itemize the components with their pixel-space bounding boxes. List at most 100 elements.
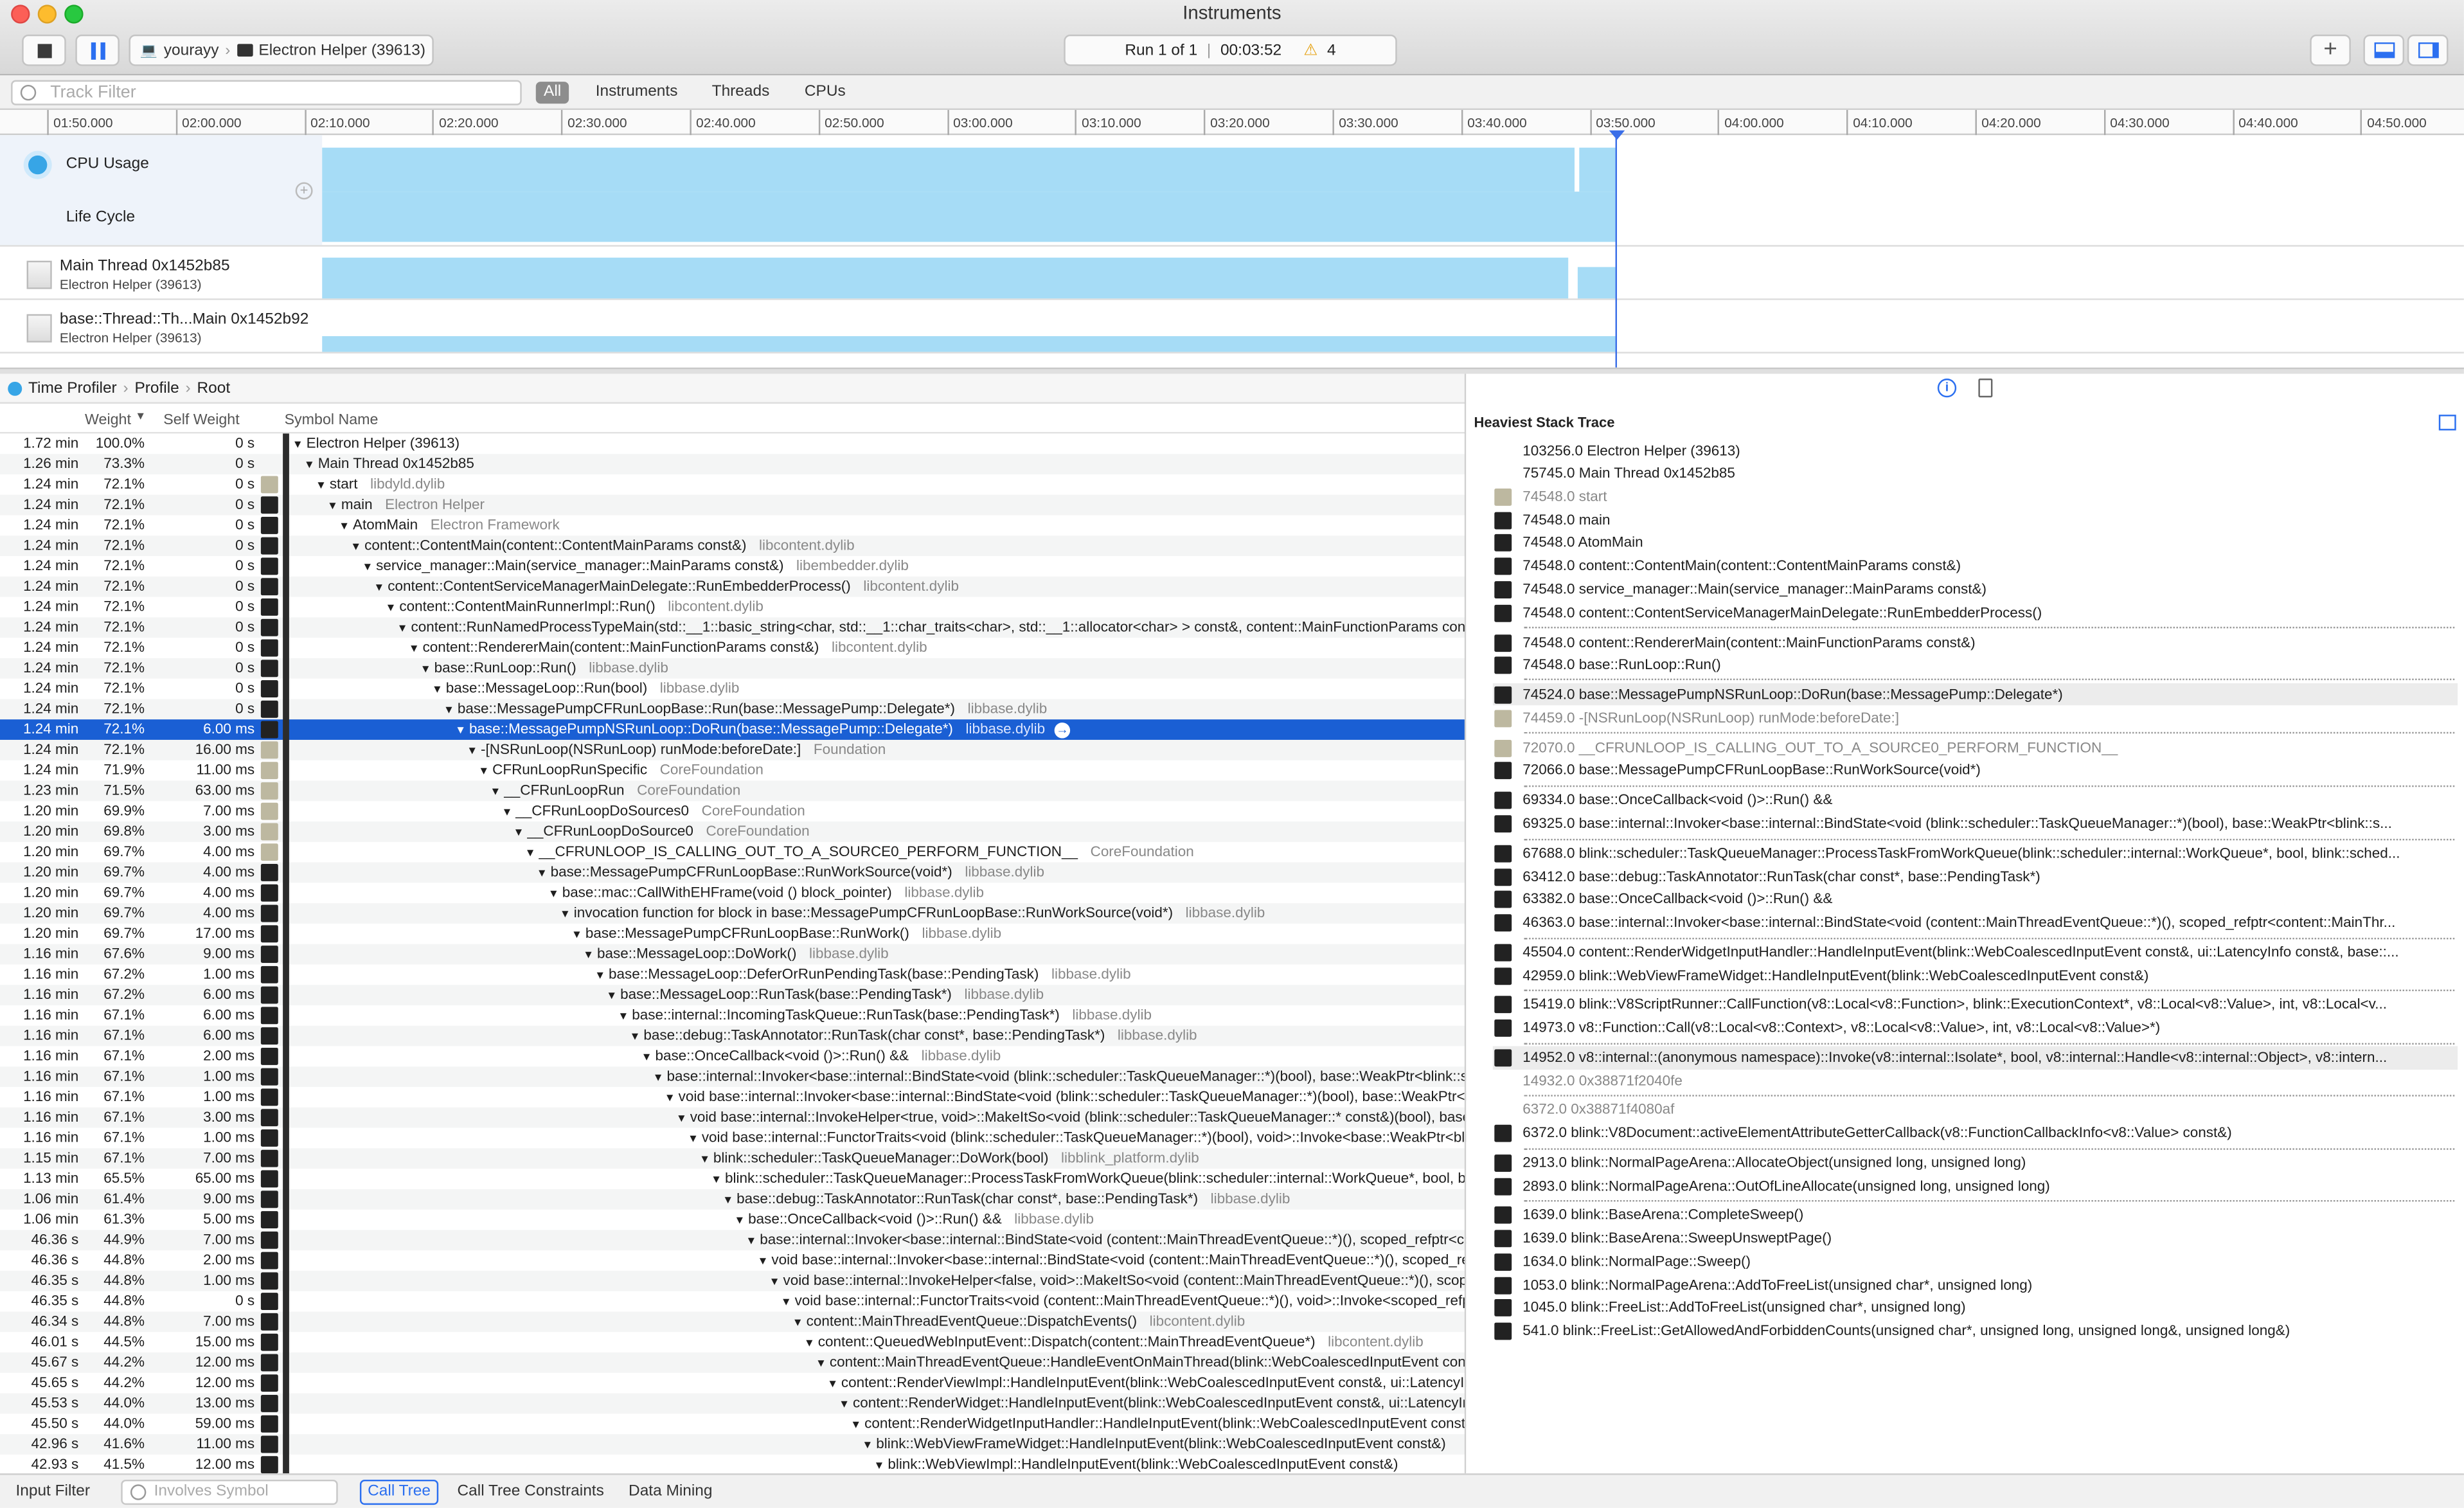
call-tree-row[interactable]: 1.24 min 71.9% 11.00 ms ▼ CFRunLoopRunSpecif…	[0, 760, 1466, 781]
disclosure-triangle-icon[interactable]: ▼	[792, 1318, 803, 1329]
disclosure-triangle-icon[interactable]: ▼	[339, 521, 350, 532]
disclosure-triangle-icon[interactable]: ▼	[676, 1114, 687, 1125]
disclosure-triangle-icon[interactable]: ▼	[873, 1461, 884, 1472]
stack-frame[interactable]: 15419.0 blink::V8ScriptRunner::CallFunct…	[1493, 992, 2458, 1015]
tab-call-tree-constraints[interactable]: Call Tree Constraints	[458, 1483, 604, 1500]
call-tree-row[interactable]: 1.24 min 72.1% 6.00 ms ▼ base::MessagePumpNS…	[0, 719, 1467, 740]
disclosure-triangle-icon[interactable]: ▼	[373, 583, 384, 594]
input-filter-label[interactable]: Input Filter	[15, 1483, 90, 1500]
disclosure-triangle-icon[interactable]: ▼	[525, 848, 536, 859]
tab-data-mining[interactable]: Data Mining	[629, 1483, 712, 1500]
disclosure-triangle-icon[interactable]: ▼	[827, 1379, 838, 1390]
disclosure-triangle-icon[interactable]: ▼	[409, 644, 420, 655]
call-tree-row[interactable]: 1.24 min 72.1% 0 s ▼ content::ContentMainRun…	[0, 597, 1466, 618]
stack-frame[interactable]: 75745.0 Main Thread 0x1452b85	[1493, 462, 2458, 484]
scope-threads[interactable]: Threads	[704, 82, 777, 103]
disclosure-triangle-icon[interactable]: ▼	[467, 746, 478, 757]
disclosure-triangle-icon[interactable]: ▼	[862, 1441, 873, 1451]
column-symbol-name[interactable]: Symbol Name	[285, 411, 379, 429]
pane-divider[interactable]	[0, 367, 2464, 374]
disclosure-triangle-icon[interactable]: ▼	[665, 1093, 675, 1104]
add-instrument-button[interactable]: +	[2310, 34, 2351, 66]
call-tree-row[interactable]: 1.24 min 72.1% 0 s ▼ service_manager::Main(s…	[0, 556, 1466, 577]
call-tree-row[interactable]: 45.67 s 44.2% 12.00 ms ▼ content::MainThread…	[0, 1352, 1467, 1373]
stack-frame[interactable]: 1634.0 blink::NormalPage::Sweep()	[1493, 1250, 2458, 1272]
call-tree-row[interactable]: 1.13 min 65.5% 65.00 ms ▼ blink::scheduler::…	[0, 1169, 1466, 1189]
stack-frame[interactable]: 63412.0 base::debug::TaskAnnotator::RunT…	[1493, 865, 2458, 887]
document-icon[interactable]	[1978, 378, 1993, 398]
stack-frame[interactable]: 103256.0 Electron Helper (39613)	[1493, 439, 2458, 462]
toggle-inspector-button[interactable]	[2407, 34, 2449, 66]
call-tree-row[interactable]: 1.23 min 71.5% 63.00 ms ▼ __CFRunLoopRun Core…	[0, 780, 1467, 802]
call-tree-row[interactable]: 45.65 s 44.2% 12.00 ms ▼ content::RenderView…	[0, 1373, 1466, 1394]
call-tree-row[interactable]: 1.72 min 100.0% 0 s ▼ Electron Helper (39613…	[0, 433, 1466, 454]
call-tree-row[interactable]: 1.16 min 67.6% 9.00 ms ▼ base::MessageLoop::…	[0, 944, 1467, 965]
timeline-ruler[interactable]: 01:50.000 02:00.000 02:10.000 02:20.000 02:3…	[0, 110, 2464, 136]
track-label-cpu-usage[interactable]: CPU Usage	[66, 156, 149, 173]
call-tree-row[interactable]: 46.34 s 44.8% 7.00 ms ▼ content::MainThreadE…	[0, 1311, 1467, 1333]
call-tree-row[interactable]: 1.20 min 69.7% 4.00 ms ▼ base::mac::CallWith…	[0, 883, 1466, 903]
call-tree-row[interactable]: 45.53 s 44.0% 13.00 ms ▼ content::RenderWidg…	[0, 1393, 1467, 1414]
call-tree-row[interactable]: 1.24 min 72.1% 0 s ▼ base::MessagePumpCFRunL…	[0, 699, 1467, 720]
stack-frame[interactable]: 74548.0 AtomMain	[1493, 531, 2458, 553]
disclosure-triangle-icon[interactable]: ▼	[350, 542, 361, 553]
call-tree-row[interactable]: 1.24 min 72.1% 0 s ▼ content::RendererMain(c…	[0, 638, 1466, 658]
disclosure-triangle-icon[interactable]: ▼	[711, 1175, 722, 1186]
call-tree-row[interactable]: 1.16 min 67.1% 1.00 ms ▼ base::internal::Inv…	[0, 1066, 1467, 1088]
call-tree-row[interactable]: 1.20 min 69.9% 7.00 ms ▼ __CFRunLoopDoSource…	[0, 801, 1466, 821]
call-tree-row[interactable]: 1.26 min 73.3% 0 s ▼ Main Thread 0x1452b85	[0, 454, 1467, 474]
disclosure-triangle-icon[interactable]: ▼	[804, 1338, 815, 1349]
call-tree-row[interactable]: 1.16 min 67.2% 1.00 ms ▼ base::MessageLoop::…	[0, 964, 1466, 985]
disclosure-triangle-icon[interactable]: ▼	[722, 1196, 733, 1207]
stack-frame[interactable]: 6372.0 blink::V8Document::activeElementA…	[1493, 1121, 2458, 1144]
disclosure-triangle-icon[interactable]: ▼	[769, 1277, 780, 1288]
target-selector[interactable]: 💻 yourayy › Electron Helper (39613)	[129, 34, 434, 66]
info-icon[interactable]: i	[1937, 378, 1957, 398]
stack-frame[interactable]: 2893.0 blink::NormalPageArena::OutOfLine…	[1493, 1174, 2458, 1197]
stack-frame[interactable]: 1639.0 blink::BaseArena::CompleteSweep()	[1493, 1203, 2458, 1226]
stack-frame[interactable]: 72066.0 base::MessagePumpCFRunLoopBase::…	[1493, 758, 2458, 781]
stop-recording-button[interactable]	[22, 34, 66, 66]
scope-all[interactable]: All	[535, 82, 569, 104]
disclosure-triangle-icon[interactable]: ▼	[316, 481, 326, 492]
disclosure-triangle-icon[interactable]: ▼	[758, 1257, 769, 1268]
disclosure-triangle-icon[interactable]: ▼	[734, 1216, 745, 1226]
call-tree-row[interactable]: 1.16 min 67.1% 1.00 ms ▼ void base::internal…	[0, 1128, 1466, 1149]
disclosure-triangle-icon[interactable]: ▼	[386, 603, 397, 614]
tab-call-tree[interactable]: Call Tree	[359, 1479, 439, 1505]
call-tree-row[interactable]: 46.35 s 44.8% 0 s ▼ void base::internal::Fun…	[0, 1291, 1466, 1312]
call-tree-row[interactable]: 1.24 min 72.1% 0 s ▼ main Electron Helper	[0, 494, 1467, 516]
track-filter-input[interactable]: Track Filter	[11, 80, 522, 105]
call-tree-row[interactable]: 1.24 min 72.1% 0 s ▼ base::MessageLoop::Run(…	[0, 679, 1466, 699]
disclosure-triangle-icon[interactable]: ▼	[537, 868, 548, 879]
stack-frame[interactable]: 45504.0 content::RenderWidgetInputHandle…	[1493, 941, 2458, 964]
main-thread-graph[interactable]	[322, 257, 1569, 299]
stack-frame[interactable]: 42959.0 blink::WebViewFrameWidget::Handl…	[1493, 964, 2458, 986]
stack-frame[interactable]: 74548.0 content::ContentMain(content::Co…	[1493, 555, 2458, 577]
disclosure-triangle-icon[interactable]: ▼	[327, 501, 338, 512]
stack-frame[interactable]: 74548.0 content::ContentServiceManagerMa…	[1493, 601, 2458, 624]
column-weight[interactable]: Weight	[85, 411, 131, 429]
disclosure-triangle-icon[interactable]: ▼	[629, 1032, 640, 1043]
disclosure-triangle-icon[interactable]: ▼	[548, 889, 559, 900]
stack-frame[interactable]: 14952.0 v8::internal::(anonymous namespa…	[1492, 1046, 2458, 1069]
call-tree-row[interactable]: 1.24 min 72.1% 0 s ▼ base::RunLoop::Run() lib…	[0, 658, 1467, 679]
call-tree-row[interactable]: 1.20 min 69.7% 4.00 ms ▼ __CFRUNLOOP_IS_CALL…	[0, 842, 1466, 863]
pause-recording-button[interactable]	[75, 34, 120, 66]
disclosure-triangle-icon[interactable]: ▼	[816, 1359, 826, 1370]
stack-frame[interactable]: 6372.0 0x38871f4080af	[1493, 1098, 2458, 1120]
disclosure-triangle-icon[interactable]: ▼	[397, 624, 408, 634]
disclosure-triangle-icon[interactable]: ▼	[455, 726, 466, 737]
disclosure-triangle-icon[interactable]: ▼	[653, 1073, 664, 1084]
life-cycle-graph[interactable]	[322, 192, 1616, 242]
call-tree-row[interactable]: 1.24 min 72.1% 0 s ▼ content::RunNamedProces…	[0, 617, 1467, 638]
stack-frame[interactable]: 74548.0 service_manager::Main(service_ma…	[1493, 577, 2458, 600]
involves-symbol-input[interactable]: Involves Symbol	[121, 1479, 338, 1505]
stack-frame[interactable]: 74524.0 base::MessagePumpNSRunLoop::DoRu…	[1492, 682, 2458, 706]
disclosure-triangle-icon[interactable]: ▼	[781, 1297, 792, 1308]
call-tree-row[interactable]: 46.36 s 44.8% 2.00 ms ▼ void base::internal:…	[0, 1250, 1466, 1271]
call-tree-row[interactable]: 1.16 min 67.1% 6.00 ms ▼ base::debug::TaskAn…	[0, 1025, 1467, 1046]
disclosure-triangle-icon[interactable]: ▼	[443, 705, 454, 716]
stack-frame[interactable]: 69325.0 base::internal::Invoker<base::in…	[1493, 812, 2458, 834]
disclosure-triangle-icon[interactable]: ▼	[688, 1134, 699, 1145]
